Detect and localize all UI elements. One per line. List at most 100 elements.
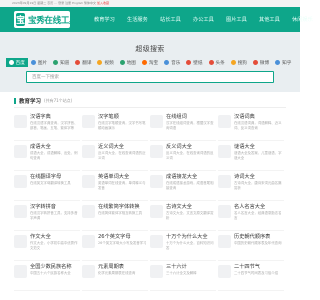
tool-description: 古诗词大全，唐诗宋词元曲名篇赏析 [234, 181, 282, 190]
search-engine-tab[interactable]: 淘宝 [139, 58, 161, 67]
tool-card[interactable]: 汉字转拼音 在线汉字转拼音工具，支持多音字声调 [14, 201, 80, 231]
engine-label: 淘宝 [148, 60, 159, 66]
nav-item[interactable]: 办公工具 [191, 16, 224, 23]
search-input[interactable]: 百度一下搜索 [26, 71, 274, 83]
tool-card[interactable]: 反义词大全 反义词大全，在线查询词语的反义词 [150, 141, 216, 171]
tool-name: 三十六计 [166, 264, 187, 270]
tool-card[interactable]: 成语大全 成语大全，成语解释、出处、例句查询 [14, 141, 80, 171]
tool-card-body: 十万个为什么大全 十万个为什么大全，百科知识问答 [166, 233, 216, 260]
top-info-bar: 2023年09月19日星期二农历 ...登录注册English繁体中文加入收藏 [0, 0, 300, 7]
tool-icon [82, 145, 95, 158]
search-engine-tab[interactable]: 搜狗 [228, 58, 250, 67]
site-logo[interactable]: 宝 宝秀在线工具 [14, 7, 78, 32]
search-engine-tab[interactable]: 音乐 [161, 58, 183, 67]
tool-card[interactable]: 三十六计 三十六计全文及解释 [150, 261, 216, 291]
tool-card-body: 近义词大全 近义词大全，在线查询词语的近义词 [98, 143, 148, 170]
tool-card[interactable]: 汉语字典 在线汉语字典查询，汉字拼音、部首、笔画、五笔、繁体字等 [14, 111, 80, 141]
search-engine-tab[interactable]: 微博 [250, 58, 272, 67]
tool-card-body: 全国少数民族名称 中国五十六个民族名称大全 [30, 263, 80, 290]
tool-icon [14, 175, 27, 188]
tool-card-body: 汉语词典 在线汉语词典，词语解释、近义词、反义词查询 [234, 113, 284, 140]
nav-item[interactable]: 休闲娱乐 [290, 16, 320, 23]
tool-grid: 汉语字典 在线汉语字典查询，汉字拼音、部首、笔画、五笔、繁体字等 汉字笔顺 在线汉字笔… [14, 111, 286, 291]
tool-card[interactable]: 26个英文字母 26个英文字母大小写及发音学习 [82, 231, 148, 261]
tool-icon [14, 265, 27, 278]
tool-icon [150, 145, 163, 158]
tool-name: 元素周期表 [98, 264, 124, 270]
section-header: 教育学习 (共有71个站点) [14, 94, 286, 108]
tool-card[interactable]: 汉字笔顺 在线汉字笔顺查询，汉字书写笔顺动画演示 [82, 111, 148, 141]
section-title: 教育学习 [19, 98, 42, 105]
engine-icon [141, 60, 147, 65]
search-engine-tabs: 百度 图片 知道 翻译 视频 地图 淘宝 音乐 壁纸 头条 搜狗 微博 知乎 [0, 58, 300, 67]
tool-description: 名人名言大全，经典语录励志名言 [234, 211, 282, 220]
search-engine-tab[interactable]: 翻译 [72, 58, 94, 67]
search-engine-tab[interactable]: 视频 [94, 58, 116, 67]
tool-name: 26个英文字母 [98, 234, 131, 240]
tool-card[interactable]: 二十四节气 二十四节气时间表及习俗介绍 [218, 261, 284, 291]
tool-icon [82, 175, 95, 188]
top-info-item[interactable]: 繁体中文 [84, 0, 96, 7]
tool-name: 古诗文大全 [166, 204, 192, 210]
tool-description: 作文大全，小学初中高中优秀作文范文 [30, 241, 78, 250]
tool-card[interactable]: 十万个为什么大全 十万个为什么大全，百科知识问答 [150, 231, 216, 261]
tool-icon [14, 115, 27, 128]
tool-card[interactable]: 元素周期表 化学元素周期表在线查询 [82, 261, 148, 291]
tool-card[interactable]: 汉语词典 在线汉语词典，词语解释、近义词、反义词查询 [218, 111, 284, 141]
tool-card[interactable]: 古诗文大全 古诗文大全，文言文原文翻译赏析 [150, 201, 216, 231]
tool-icon [82, 265, 95, 278]
tool-card[interactable]: 在线组词 汉字在线组词查询，根据汉字查询词语 [150, 111, 216, 141]
search-engine-tab[interactable]: 知乎 [272, 58, 294, 67]
tool-card[interactable]: 名人名言大全 名人名言大全，经典语录励志名言 [218, 201, 284, 231]
tool-card-body: 三十六计 三十六计全文及解释 [166, 263, 216, 290]
nav-item[interactable]: 生活服务 [125, 16, 158, 23]
engine-label: 知乎 [282, 60, 292, 66]
nav-item[interactable]: 站长工具 [158, 16, 191, 23]
tool-card[interactable]: 全国少数民族名称 中国五十六个民族名称大全 [14, 261, 80, 291]
tool-name: 成语接龙大全 [166, 174, 198, 180]
search-engine-tab[interactable]: 地图 [117, 58, 139, 67]
tool-card[interactable]: 在线翻译字母 在线英文字母翻译转换工具 [14, 171, 80, 201]
nav-item[interactable]: 教育学习 [92, 16, 125, 23]
tool-name: 历史朝代顺序表 [234, 234, 271, 240]
tool-card[interactable]: 作文大全 作文大全，小学初中高中优秀作文范文 [14, 231, 80, 261]
tool-card[interactable]: 英语单词大全 英语单词在线查询，单词释义与发音 [82, 171, 148, 201]
engine-icon [275, 60, 281, 65]
top-info-item[interactable]: 登录 [58, 0, 64, 7]
top-info-item[interactable]: 注册 [65, 0, 71, 7]
tool-card[interactable]: 历史朝代顺序表 中国历史朝代顺序表及年代查询 [218, 231, 284, 261]
tool-name: 诗词大全 [234, 174, 255, 180]
tool-icon [82, 205, 95, 218]
tool-icon [14, 145, 27, 158]
tool-card[interactable]: 诗词大全 古诗词大全，唐诗宋词元曲名篇赏析 [218, 171, 284, 201]
tool-icon [218, 265, 231, 278]
tool-name: 成语大全 [30, 144, 51, 150]
engine-label: 微博 [259, 60, 270, 66]
search-engine-tab[interactable]: 图片 [28, 58, 50, 67]
tool-card[interactable]: 在线繁简字体转换 在线简体繁体字相互转换工具 [82, 201, 148, 231]
search-engine-tab[interactable]: 百度 [5, 58, 28, 67]
engine-icon [30, 60, 36, 65]
tool-description: 成语大全，成语解释、出处、例句查询 [30, 151, 78, 160]
tool-card-body: 诗词大全 古诗词大全，唐诗宋词元曲名篇赏析 [234, 173, 284, 200]
search-engine-tab[interactable]: 知道 [50, 58, 72, 67]
engine-label: 地图 [126, 60, 136, 66]
search-engine-tab[interactable]: 头条 [206, 58, 228, 67]
search-engine-tab[interactable]: 壁纸 [183, 58, 205, 67]
tool-card-body: 反义词大全 反义词大全，在线查询词语的反义词 [166, 143, 216, 170]
logo-icon: 宝 [16, 13, 26, 26]
tool-card[interactable]: 谜语大全 谜语大全及答案，儿童谜语、字谜大全 [218, 141, 284, 171]
tool-card-body: 26个英文字母 26个英文字母大小写及发音学习 [98, 233, 148, 260]
nav-item[interactable]: 图片工具 [224, 16, 257, 23]
tool-card[interactable]: 近义词大全 近义词大全，在线查询词语的近义词 [82, 141, 148, 171]
top-info-item[interactable]: 加入收藏 [97, 0, 109, 7]
nav-item[interactable]: 其他工具 [257, 16, 290, 23]
engine-label: 知道 [60, 60, 70, 66]
tool-name: 十万个为什么大全 [166, 234, 208, 240]
tool-icon [150, 205, 163, 218]
top-info-item[interactable]: English [72, 0, 83, 7]
top-info-item: 农历 ... [47, 1, 58, 5]
engine-icon [186, 60, 192, 65]
engine-icon [8, 60, 14, 65]
tool-card[interactable]: 成语接龙大全 在线成语接龙游戏，成语首尾相接查询 [150, 171, 216, 201]
